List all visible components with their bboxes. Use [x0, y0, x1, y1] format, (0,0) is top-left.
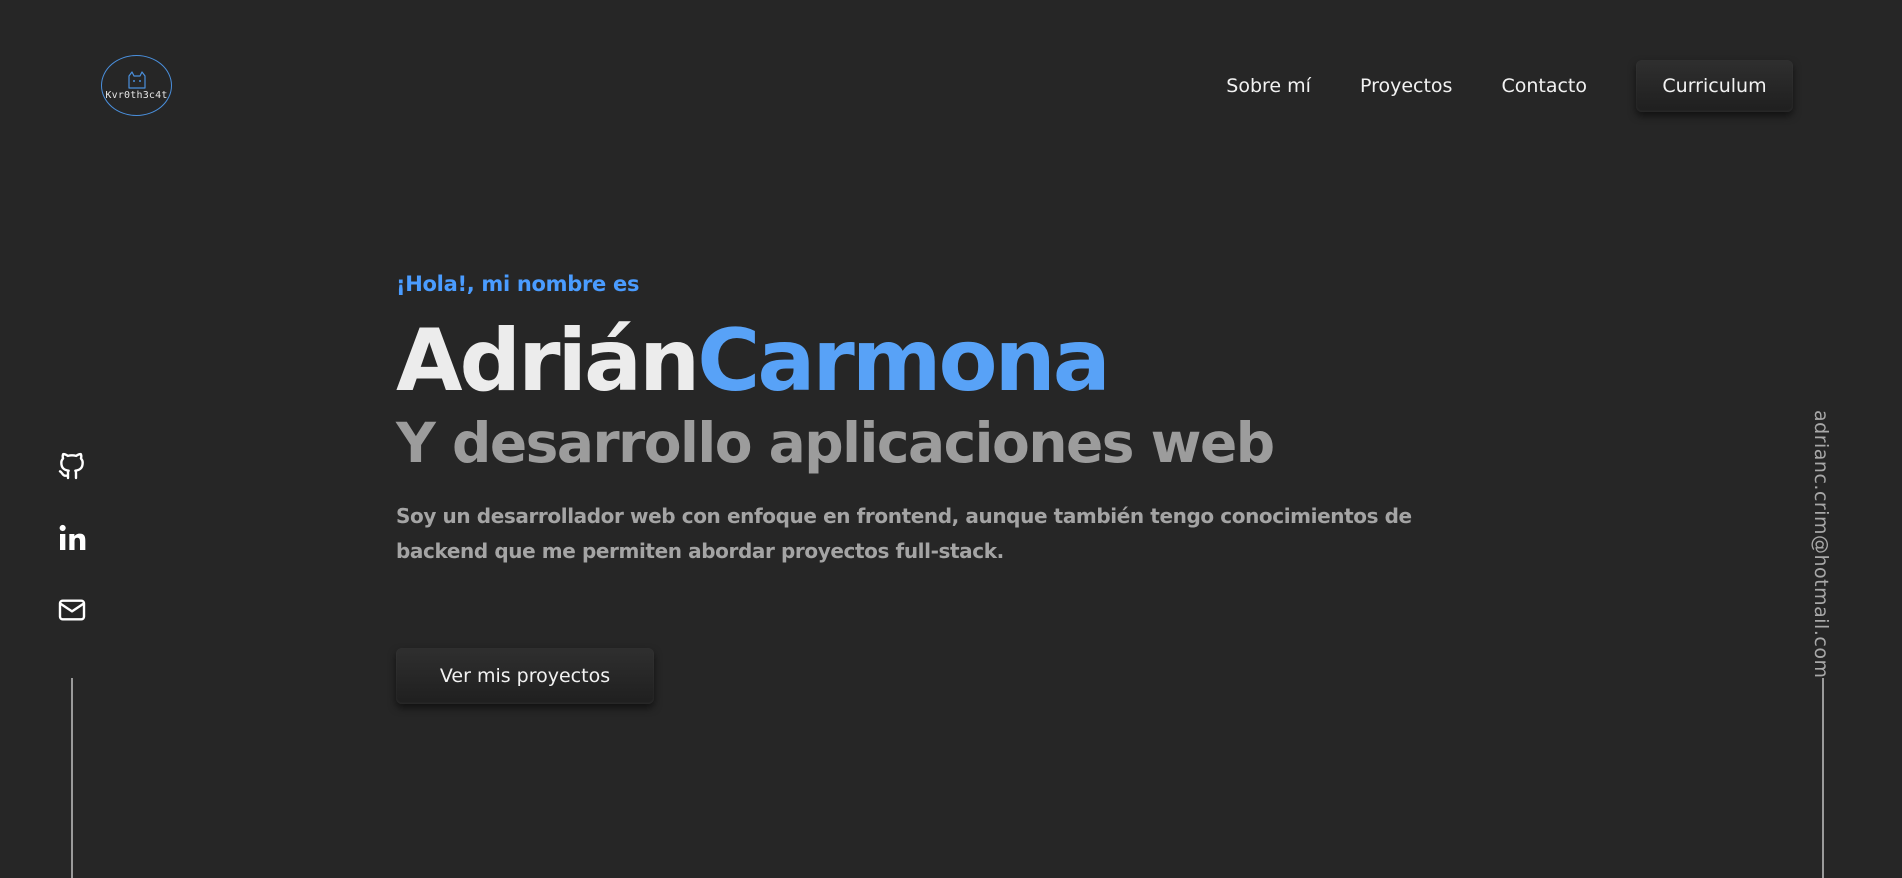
hero-description: Soy un desarrollador web con enfoque en …: [396, 504, 1412, 563]
right-rail-line: [1822, 678, 1824, 878]
cat-icon: [127, 70, 146, 89]
hero-section: ¡Hola!, mi nombre es AdriánCarmona Y des…: [396, 272, 1546, 569]
github-link[interactable]: [56, 450, 88, 482]
portfolio-page: Kvr0th3c4t Sobre mí Proyectos Contacto C…: [0, 0, 1902, 878]
mail-link[interactable]: [56, 594, 88, 626]
left-rail-line: [71, 678, 73, 878]
linkedin-icon: [59, 524, 86, 550]
logo-text: Kvr0th3c4t: [105, 89, 168, 101]
hero-greeting: ¡Hola!, mi nombre es: [396, 272, 640, 296]
github-icon: [58, 452, 84, 480]
linkedin-link[interactable]: [56, 522, 88, 554]
nav-link-proyectos[interactable]: Proyectos: [1360, 75, 1453, 97]
nav-link-sobre-mi[interactable]: Sobre mí: [1226, 75, 1311, 97]
curriculum-button[interactable]: Curriculum: [1636, 60, 1793, 112]
email-link[interactable]: adrianc.crim@hotmail.com: [1810, 410, 1832, 678]
view-projects-button[interactable]: Ver mis proyectos: [396, 648, 654, 704]
hero-tagline: Y desarrollo aplicaciones web: [396, 411, 1275, 475]
logo[interactable]: Kvr0th3c4t: [101, 55, 172, 116]
mail-icon: [58, 599, 86, 621]
hero-name: AdriánCarmona: [396, 318, 1546, 404]
hero-last-name: Carmona: [697, 311, 1111, 411]
hero-first-name: Adrián: [396, 311, 700, 411]
nav-link-contacto[interactable]: Contacto: [1501, 75, 1587, 97]
social-links: [56, 450, 88, 666]
main-nav: Sobre mí Proyectos Contacto Curriculum: [1226, 60, 1793, 112]
